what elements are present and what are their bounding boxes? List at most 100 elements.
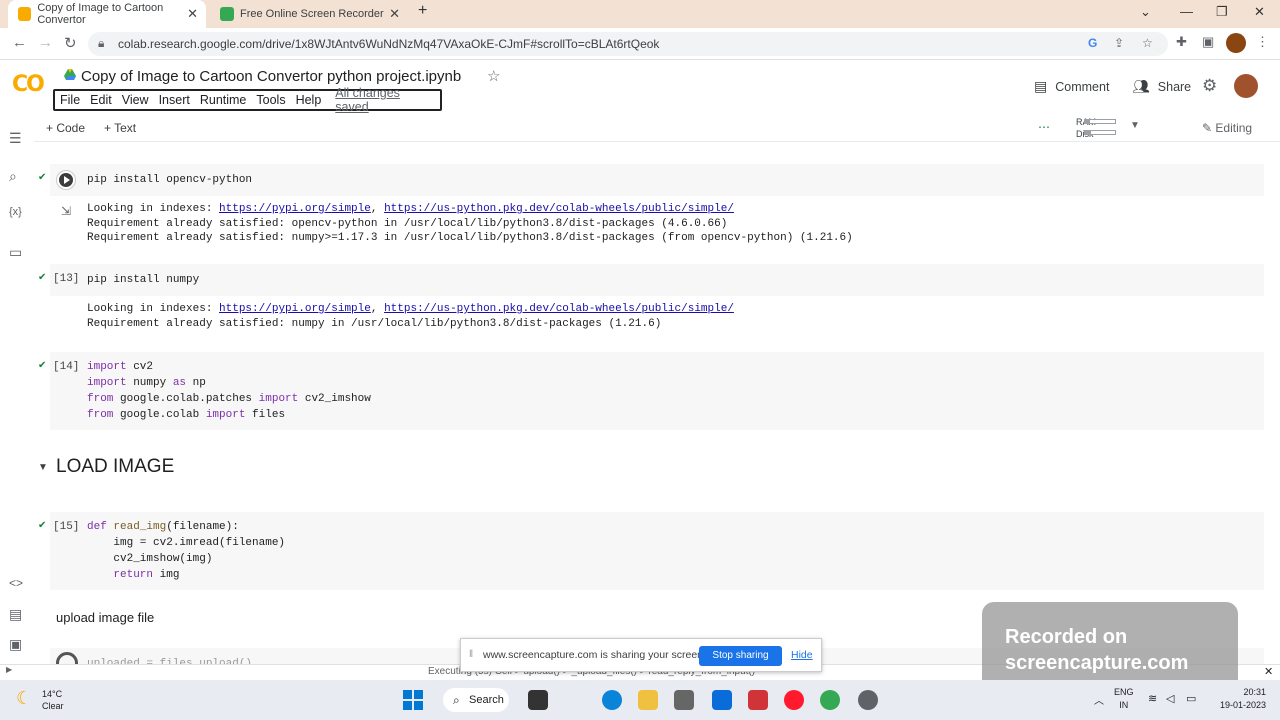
editing-mode[interactable]: ✎ Editing bbox=[1202, 121, 1252, 135]
opera-icon[interactable] bbox=[784, 690, 804, 710]
store-icon[interactable] bbox=[674, 690, 694, 710]
tab-search-icon[interactable]: ⌄ bbox=[1140, 4, 1151, 20]
menu-tools[interactable]: Tools bbox=[251, 93, 290, 107]
comment-button[interactable]: ▤ Comment bbox=[1034, 78, 1109, 95]
disk-bar bbox=[1084, 130, 1116, 135]
back-icon[interactable]: ← bbox=[12, 34, 27, 51]
gear-icon[interactable]: ⚙ bbox=[1202, 76, 1217, 96]
search-icon[interactable]: ⌕ bbox=[9, 168, 17, 185]
close-icon[interactable]: ✕ bbox=[1264, 665, 1273, 678]
code-snippets-icon[interactable]: <> bbox=[9, 576, 23, 590]
tab-screen-recorder[interactable]: Free Online Screen Recorder ✕ bbox=[210, 0, 408, 28]
variables-icon[interactable]: {x} bbox=[9, 206, 22, 218]
menu-view[interactable]: View bbox=[117, 93, 154, 107]
more-menu-icon[interactable]: ⋮ bbox=[1256, 34, 1269, 50]
add-code-button[interactable]: + Code bbox=[46, 121, 85, 135]
edge-icon[interactable] bbox=[602, 690, 622, 710]
lock-icon[interactable]: 🔒︎ bbox=[98, 36, 104, 51]
file-explorer-icon[interactable] bbox=[638, 690, 658, 710]
browser-toolbar: ← → ↻ 🔒︎ colab.research.google.com/drive… bbox=[0, 28, 1280, 60]
mail-icon[interactable] bbox=[712, 690, 732, 710]
windows-start-icon[interactable] bbox=[403, 690, 423, 710]
hide-link[interactable]: Hide bbox=[791, 649, 813, 661]
keyword: from bbox=[87, 409, 114, 421]
output-text: , bbox=[370, 203, 385, 215]
chevron-down-icon[interactable]: ▼ bbox=[1130, 120, 1140, 131]
table-of-contents-icon[interactable]: ☰ bbox=[9, 130, 22, 147]
weather-widget[interactable]: 14°C Clear bbox=[42, 688, 64, 712]
code-cell[interactable]: [15] def read_img(filename): img = cv2.i… bbox=[50, 512, 1264, 590]
stop-sharing-button[interactable]: Stop sharing bbox=[699, 646, 782, 666]
save-status[interactable]: All changes saved bbox=[330, 86, 440, 114]
office-icon[interactable] bbox=[748, 690, 768, 710]
address-bar[interactable]: 🔒︎ colab.research.google.com/drive/1x8WJ… bbox=[88, 32, 1168, 56]
code-cell[interactable]: pip install opencv-python bbox=[50, 164, 1264, 196]
running-spinner-icon[interactable] bbox=[56, 652, 78, 664]
markdown-text: upload image file bbox=[56, 610, 155, 625]
command-palette-icon[interactable]: ▤ bbox=[9, 606, 22, 623]
wifi-icon[interactable]: ≋ bbox=[1148, 692, 1157, 705]
bookmark-star-icon[interactable]: ☆ bbox=[1142, 36, 1153, 50]
terminal-icon[interactable]: ▣ bbox=[9, 636, 22, 653]
language-indicator[interactable]: ENG IN bbox=[1114, 686, 1134, 712]
cell-code[interactable]: import cv2 import numpy as np from googl… bbox=[87, 359, 371, 423]
run-cell-button[interactable] bbox=[56, 170, 76, 190]
code-token: np bbox=[186, 377, 206, 389]
chrome-icon[interactable] bbox=[820, 690, 840, 710]
output-icon[interactable]: ⇲ bbox=[61, 204, 71, 218]
share-page-icon[interactable]: ⇪ bbox=[1114, 36, 1124, 50]
output-text: , bbox=[370, 303, 385, 315]
taskbar-search[interactable]: ⌕ Search bbox=[443, 688, 509, 712]
profile-avatar[interactable] bbox=[1226, 33, 1246, 53]
menu-file[interactable]: File bbox=[55, 93, 85, 107]
menu-edit[interactable]: Edit bbox=[85, 93, 117, 107]
menu-insert[interactable]: Insert bbox=[154, 93, 195, 107]
cell-code[interactable]: def read_img(filename): img = cv2.imread… bbox=[87, 519, 285, 583]
cell-code[interactable]: pip install opencv-python bbox=[87, 172, 252, 188]
output-line: Requirement already satisfied: opencv-py… bbox=[87, 217, 728, 230]
new-tab-button[interactable]: + bbox=[418, 2, 427, 20]
window-close-icon[interactable]: ✕ bbox=[1254, 4, 1265, 20]
close-icon[interactable]: ✕ bbox=[187, 6, 198, 22]
menu-runtime[interactable]: Runtime bbox=[195, 93, 252, 107]
maximize-icon[interactable]: ❐ bbox=[1216, 4, 1228, 20]
notebook-title[interactable]: Copy of Image to Cartoon Convertor pytho… bbox=[81, 68, 461, 85]
weather-icon[interactable]: ☾ bbox=[16, 688, 32, 709]
code-token: cv2 bbox=[126, 361, 154, 373]
colab-wheels-link[interactable]: https://us-python.pkg.dev/colab-wheels/p… bbox=[384, 303, 734, 315]
battery-icon[interactable]: ▭ bbox=[1186, 692, 1196, 705]
minimize-icon[interactable]: — bbox=[1180, 4, 1193, 19]
task-view-icon[interactable] bbox=[528, 690, 548, 710]
execution-count: [14] bbox=[53, 361, 80, 373]
pypi-link[interactable]: https://pypi.org/simple bbox=[219, 303, 371, 315]
sidepanel-icon[interactable]: ▣ bbox=[1202, 34, 1214, 50]
forward-icon[interactable]: → bbox=[38, 34, 53, 51]
extensions-icon[interactable]: ✚ bbox=[1176, 34, 1187, 50]
settings-icon[interactable] bbox=[858, 690, 878, 710]
colab-logo[interactable]: CO bbox=[12, 72, 45, 97]
drag-handle-icon[interactable]: ‖ bbox=[469, 649, 473, 660]
tab-colab[interactable]: Copy of Image to Cartoon Convertor ✕ bbox=[8, 0, 206, 28]
system-clock[interactable]: 20:31 19-01-2023 bbox=[1210, 686, 1266, 712]
close-icon[interactable]: ✕ bbox=[389, 6, 400, 22]
keyword: import bbox=[87, 361, 127, 373]
volume-icon[interactable]: ◁ bbox=[1166, 692, 1174, 705]
avatar[interactable] bbox=[1234, 74, 1258, 98]
menu-help[interactable]: Help bbox=[291, 93, 327, 107]
comment-icon: ▤ bbox=[1034, 78, 1048, 94]
code-cell[interactable]: [13] pip install numpy bbox=[50, 264, 1264, 296]
collapse-section-icon[interactable]: ▼ bbox=[38, 462, 48, 473]
play-small-icon[interactable]: ▶ bbox=[6, 665, 12, 674]
pypi-link[interactable]: https://pypi.org/simple bbox=[219, 203, 371, 215]
google-icon[interactable]: G bbox=[1088, 36, 1097, 50]
add-text-button[interactable]: + Text bbox=[104, 121, 136, 135]
folder-icon[interactable]: ▭ bbox=[9, 244, 22, 261]
tray-chevron-icon[interactable]: ︿ bbox=[1094, 692, 1104, 707]
share-button[interactable]: 👥︎ Share bbox=[1132, 78, 1191, 95]
cell-code[interactable]: uploaded = files.upload() bbox=[87, 656, 252, 664]
code-cell[interactable]: [14] import cv2 import numpy as np from … bbox=[50, 352, 1264, 430]
colab-wheels-link[interactable]: https://us-python.pkg.dev/colab-wheels/p… bbox=[384, 203, 734, 215]
reload-icon[interactable]: ↻ bbox=[64, 34, 77, 52]
star-icon[interactable]: ☆ bbox=[487, 67, 500, 85]
cell-code[interactable]: pip install numpy bbox=[87, 272, 199, 288]
